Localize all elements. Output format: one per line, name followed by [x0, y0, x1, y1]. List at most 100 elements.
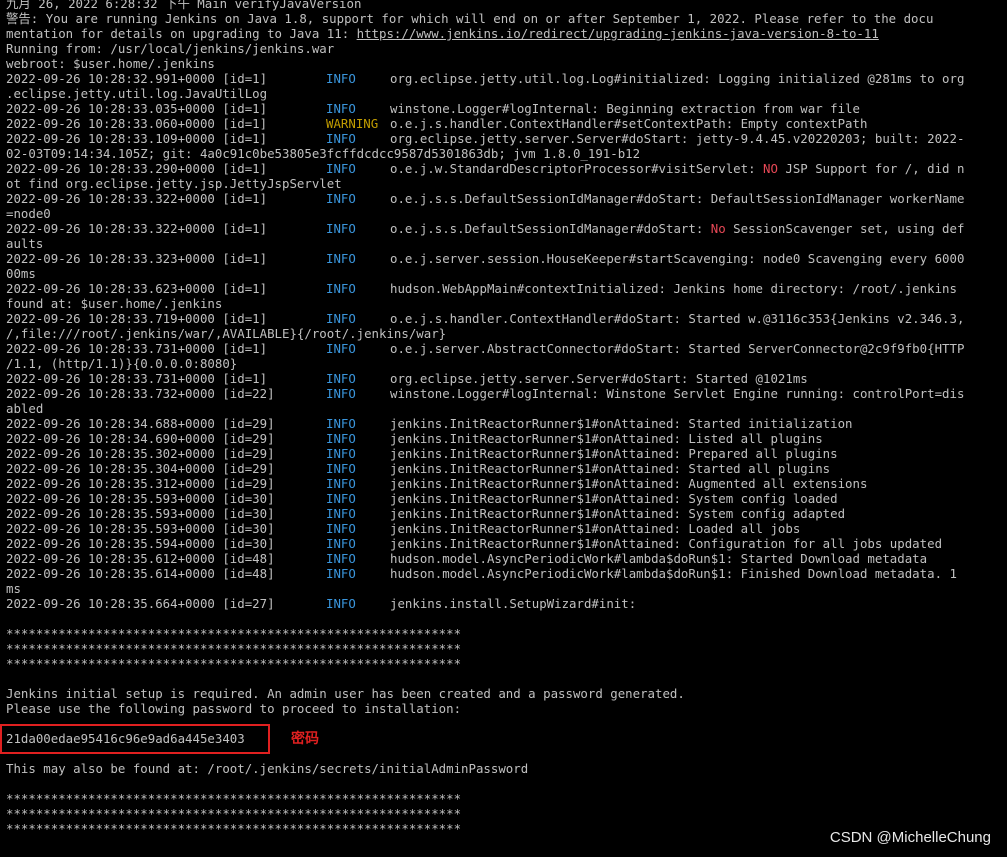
log-level: INFO	[326, 131, 356, 146]
log-message: jenkins.InitReactorRunner$1#onAttained: …	[390, 416, 853, 431]
log-timestamp: 2022-09-26 10:28:35.312+0000 [id=29]	[6, 476, 275, 491]
log-timestamp: 2022-09-26 10:28:35.593+0000 [id=30]	[6, 506, 275, 521]
log-message-text: JSP Support for /, did n	[777, 161, 965, 176]
setup-required-text: Jenkins initial setup is required. An ad…	[6, 686, 685, 701]
log-level: INFO	[326, 371, 356, 386]
log-timestamp: 2022-09-26 10:28:35.593+0000 [id=30]	[6, 491, 275, 506]
log-timestamp: 2022-09-26 10:28:34.690+0000 [id=29]	[6, 431, 275, 446]
setup-instruction-text: Please use the following password to pro…	[6, 701, 462, 716]
log-line-wrap: /,file:///root/.jenkins/war/,AVAILABLE}{…	[6, 326, 447, 341]
log-message-text: jenkins.InitReactorRunner$1#onAttained: …	[390, 416, 853, 431]
log-level: INFO	[326, 536, 356, 551]
log-message: o.e.j.s.s.DefaultSessionIdManager#doStar…	[390, 191, 964, 206]
log-timestamp: 2022-09-26 10:28:35.304+0000 [id=29]	[6, 461, 275, 476]
log-message-text: hudson.model.AsyncPeriodicWork#lambda$do…	[390, 551, 928, 566]
log-timestamp: 2022-09-26 10:28:34.688+0000 [id=29]	[6, 416, 275, 431]
log-timestamp: 2022-09-26 10:28:35.664+0000 [id=27]	[6, 596, 275, 611]
log-message-text: jenkins.InitReactorRunner$1#onAttained: …	[390, 506, 846, 521]
log-level: INFO	[326, 101, 356, 116]
log-message-text: jenkins.InitReactorRunner$1#onAttained: …	[390, 461, 831, 476]
log-message: winstone.Logger#logInternal: Beginning e…	[390, 101, 860, 116]
password-annotation-label: 密码	[291, 731, 319, 747]
log-line-wrap: aults	[6, 236, 44, 251]
log-message: org.eclipse.jetty.server.Server#doStart:…	[390, 371, 808, 386]
separator-line: ****************************************…	[6, 656, 462, 671]
log-message-text: o.e.j.w.StandardDescriptorProcessor#visi…	[390, 161, 763, 176]
log-timestamp: 2022-09-26 10:28:33.731+0000 [id=1]	[6, 341, 268, 356]
log-timestamp: 2022-09-26 10:28:33.322+0000 [id=1]	[6, 191, 268, 206]
upgrade-link[interactable]: https://www.jenkins.io/redirect/upgradin…	[357, 26, 879, 41]
log-message-text: jenkins.install.SetupWizard#init:	[390, 596, 637, 611]
password-path-text: This may also be found at: /root/.jenkin…	[6, 761, 529, 776]
log-level: INFO	[326, 566, 356, 581]
log-message: jenkins.InitReactorRunner$1#onAttained: …	[390, 431, 823, 446]
log-level: INFO	[326, 431, 356, 446]
log-line-wrap: 00ms	[6, 266, 36, 281]
log-message: o.e.j.s.handler.ContextHandler#doStart: …	[390, 311, 964, 326]
log-line-wrap: /1.1, (http/1.1)}{0.0.0.0:8080}	[6, 356, 238, 371]
log-line-wrap: abled	[6, 401, 44, 416]
header-line-date: 九月 26, 2022 6:28:32 下午 Main verifyJavaVe…	[6, 0, 362, 11]
log-level: INFO	[326, 461, 356, 476]
log-message: jenkins.InitReactorRunner$1#onAttained: …	[390, 491, 838, 506]
log-message-text: o.e.j.s.s.DefaultSessionIdManager#doStar…	[390, 221, 711, 236]
header-line-webroot: webroot: $user.home/.jenkins	[6, 56, 215, 71]
log-level: INFO	[326, 416, 356, 431]
log-level: INFO	[326, 71, 356, 86]
log-message: org.eclipse.jetty.util.log.Log#initializ…	[390, 71, 964, 86]
log-level: INFO	[326, 161, 356, 176]
log-message-text: winstone.Logger#logInternal: Beginning e…	[390, 101, 860, 116]
log-message: o.e.j.s.s.DefaultSessionIdManager#doStar…	[390, 221, 964, 236]
log-level: INFO	[326, 476, 356, 491]
log-timestamp: 2022-09-26 10:28:35.612+0000 [id=48]	[6, 551, 275, 566]
log-timestamp: 2022-09-26 10:28:33.719+0000 [id=1]	[6, 311, 268, 326]
log-message: hudson.model.AsyncPeriodicWork#lambda$do…	[390, 551, 927, 566]
log-message-text: jenkins.InitReactorRunner$1#onAttained: …	[390, 491, 838, 506]
log-level: INFO	[326, 341, 356, 356]
log-message-text: winstone.Logger#logInternal: Winstone Se…	[390, 386, 965, 401]
log-level: INFO	[326, 521, 356, 536]
log-timestamp: 2022-09-26 10:28:33.322+0000 [id=1]	[6, 221, 268, 236]
log-level: INFO	[326, 491, 356, 506]
log-message: jenkins.InitReactorRunner$1#onAttained: …	[390, 476, 867, 491]
log-message: o.e.j.server.session.HouseKeeper#startSc…	[390, 251, 964, 266]
log-message: jenkins.install.SetupWizard#init:	[390, 596, 636, 611]
log-level: INFO	[326, 221, 356, 236]
separator-line: ****************************************…	[6, 641, 462, 656]
log-level: INFO	[326, 191, 356, 206]
log-message-text: jenkins.InitReactorRunner$1#onAttained: …	[390, 446, 838, 461]
log-level: INFO	[326, 386, 356, 401]
separator-line: ****************************************…	[6, 821, 462, 836]
log-message-text: hudson.model.AsyncPeriodicWork#lambda$do…	[390, 566, 957, 581]
log-line-wrap: found at: $user.home/.jenkins	[6, 296, 223, 311]
log-message: o.e.j.s.handler.ContextHandler#setContex…	[390, 116, 867, 131]
header-line-warning: 警告: You are running Jenkins on Java 1.8,…	[6, 11, 934, 26]
log-level: INFO	[326, 551, 356, 566]
log-line-wrap: ms	[6, 581, 21, 596]
log-timestamp: 2022-09-26 10:28:33.732+0000 [id=22]	[6, 386, 275, 401]
log-message: jenkins.InitReactorRunner$1#onAttained: …	[390, 446, 838, 461]
log-message: jenkins.InitReactorRunner$1#onAttained: …	[390, 536, 942, 551]
log-timestamp: 2022-09-26 10:28:33.731+0000 [id=1]	[6, 371, 268, 386]
log-timestamp: 2022-09-26 10:28:33.623+0000 [id=1]	[6, 281, 268, 296]
log-timestamp: 2022-09-26 10:28:33.060+0000 [id=1]	[6, 116, 268, 131]
log-timestamp: 2022-09-26 10:28:32.991+0000 [id=1]	[6, 71, 268, 86]
log-message-keyword: No	[710, 221, 726, 236]
log-message-text: org.eclipse.jetty.server.Server#doStart:…	[390, 371, 808, 386]
log-message: jenkins.InitReactorRunner$1#onAttained: …	[390, 506, 845, 521]
log-timestamp: 2022-09-26 10:28:33.035+0000 [id=1]	[6, 101, 268, 116]
log-timestamp: 2022-09-26 10:28:33.109+0000 [id=1]	[6, 131, 268, 146]
log-message-text: jenkins.InitReactorRunner$1#onAttained: …	[390, 536, 943, 551]
log-message-text: SessionScavenger set, using def	[725, 221, 965, 236]
log-message-text: org.eclipse.jetty.util.log.Log#initializ…	[390, 71, 965, 86]
log-message-text: org.eclipse.jetty.server.Server#doStart:…	[390, 131, 965, 146]
log-level: INFO	[326, 281, 356, 296]
log-message: o.e.j.w.StandardDescriptorProcessor#visi…	[390, 161, 964, 176]
log-message: hudson.model.AsyncPeriodicWork#lambda$do…	[390, 566, 957, 581]
log-timestamp: 2022-09-26 10:28:35.594+0000 [id=30]	[6, 536, 275, 551]
log-line-wrap: 02-03T09:14:34.105Z; git: 4a0c91c0be5380…	[6, 146, 641, 161]
log-line-wrap: ot find org.eclipse.jetty.jsp.JettyJspSe…	[6, 176, 342, 191]
separator-line: ****************************************…	[6, 626, 462, 641]
log-message-text: jenkins.InitReactorRunner$1#onAttained: …	[390, 431, 823, 446]
log-message-text: jenkins.InitReactorRunner$1#onAttained: …	[390, 521, 801, 536]
